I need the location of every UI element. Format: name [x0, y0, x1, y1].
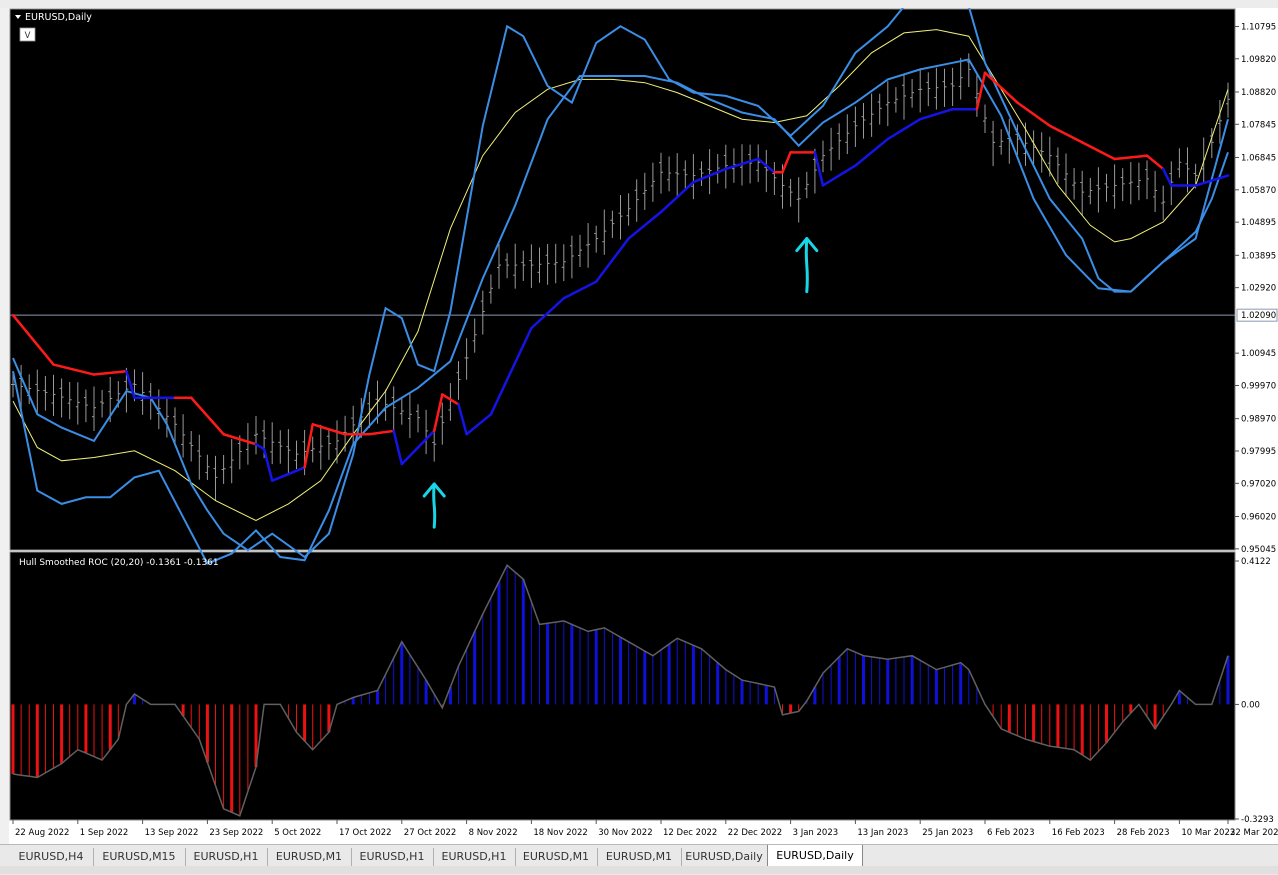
- window-left-strip: [0, 8, 9, 844]
- price-panel[interactable]: [9, 8, 1236, 551]
- indicator-panel[interactable]: [9, 551, 1236, 821]
- indicator-label: Hull Smoothed ROC (20,20) -0.1361 -0.136…: [19, 558, 219, 568]
- time-axis-label: 8 Nov 2022: [469, 828, 518, 838]
- tab[interactable]: EURUSD,M1: [597, 848, 682, 866]
- time-axis-label: 30 Nov 2022: [598, 828, 652, 838]
- indicator-axis-label: 0.00: [1241, 700, 1260, 710]
- time-axis-label: 17 Oct 2022: [339, 828, 392, 838]
- annotation-arrow-shaft: [804, 237, 809, 294]
- time-axis-label: 3 Jan 2023: [793, 828, 839, 838]
- price-axis-label: 1.04895: [1241, 218, 1276, 228]
- tab-active[interactable]: EURUSD,Daily: [767, 845, 863, 868]
- tab[interactable]: EURUSD,H1: [433, 848, 516, 866]
- price-axis-label: 0.97020: [1241, 479, 1276, 489]
- price-axis-label: 1.08820: [1241, 88, 1276, 98]
- price-axis-label: 1.06845: [1241, 153, 1276, 163]
- price-axis-label: 1.03895: [1241, 251, 1276, 261]
- time-axis-label: 18 Nov 2022: [533, 828, 587, 838]
- status-strip: [0, 866, 1278, 874]
- tab[interactable]: EURUSD,H4: [9, 848, 94, 866]
- chart-window[interactable]: 1.10795 1.09820 1.08820 1.07845 1.06845 1.058…: [9, 8, 1278, 844]
- time-axis-label: 13 Jan 2023: [857, 828, 908, 838]
- price-axis-label: 1.05870: [1241, 186, 1276, 196]
- time-axis-label: 27 Oct 2022: [404, 828, 457, 838]
- current-price-label: 1.02090: [1241, 311, 1276, 321]
- time-axis-label: 5 Oct 2022: [274, 828, 321, 838]
- tab[interactable]: EURUSD,H1: [351, 848, 434, 866]
- price-axis-label: 1.09820: [1241, 55, 1276, 65]
- time-axis-label: 22 Aug 2022: [15, 828, 69, 838]
- time-axis-label: 22 Mar 2023: [1230, 828, 1278, 838]
- time-axis-label: 22 Dec 2022: [728, 828, 782, 838]
- tab[interactable]: EURUSD,H1: [185, 848, 268, 866]
- price-axis-label: 1.00945: [1241, 349, 1276, 359]
- time-axis-label: 16 Feb 2023: [1052, 828, 1105, 838]
- time-axis-label: 25 Jan 2023: [922, 828, 973, 838]
- tab[interactable]: EURUSD,Daily: [681, 848, 768, 866]
- indicator-axis-label: 0.4122: [1241, 557, 1271, 567]
- price-axis-label: 0.99970: [1241, 381, 1276, 391]
- time-axis-label: 28 Feb 2023: [1117, 828, 1170, 838]
- price-axis-label: 0.95045: [1241, 545, 1276, 555]
- time-axis-label: 23 Sep 2022: [209, 828, 263, 838]
- tab[interactable]: EURUSD,M1: [515, 848, 598, 866]
- price-axis-label: 1.02920: [1241, 284, 1276, 294]
- time-axis-label: 12 Dec 2022: [663, 828, 717, 838]
- tab[interactable]: EURUSD,M1: [267, 848, 352, 866]
- time-axis-label: 10 Mar 2023: [1181, 828, 1235, 838]
- tab[interactable]: EURUSD,M15: [93, 848, 186, 866]
- price-axis-label: 1.07845: [1241, 120, 1276, 130]
- time-axis-label: 6 Feb 2023: [987, 828, 1035, 838]
- indicator-axis-label: -0.3293: [1241, 815, 1274, 825]
- price-axis-label: 0.98970: [1241, 415, 1276, 425]
- price-axis-label: 1.10795: [1241, 22, 1276, 32]
- price-axis-label: 0.97995: [1241, 447, 1276, 457]
- symbol-label: EURUSD,Daily: [25, 12, 92, 23]
- time-axis-label: 13 Sep 2022: [145, 828, 199, 838]
- v-button-label: V: [25, 31, 31, 41]
- price-axis-label: 0.96020: [1241, 512, 1276, 522]
- annotation-arrow-shaft: [432, 482, 437, 529]
- time-axis-label: 1 Sep 2022: [80, 828, 128, 838]
- chart-svg[interactable]: 1.10795 1.09820 1.08820 1.07845 1.06845 1.058…: [9, 8, 1278, 844]
